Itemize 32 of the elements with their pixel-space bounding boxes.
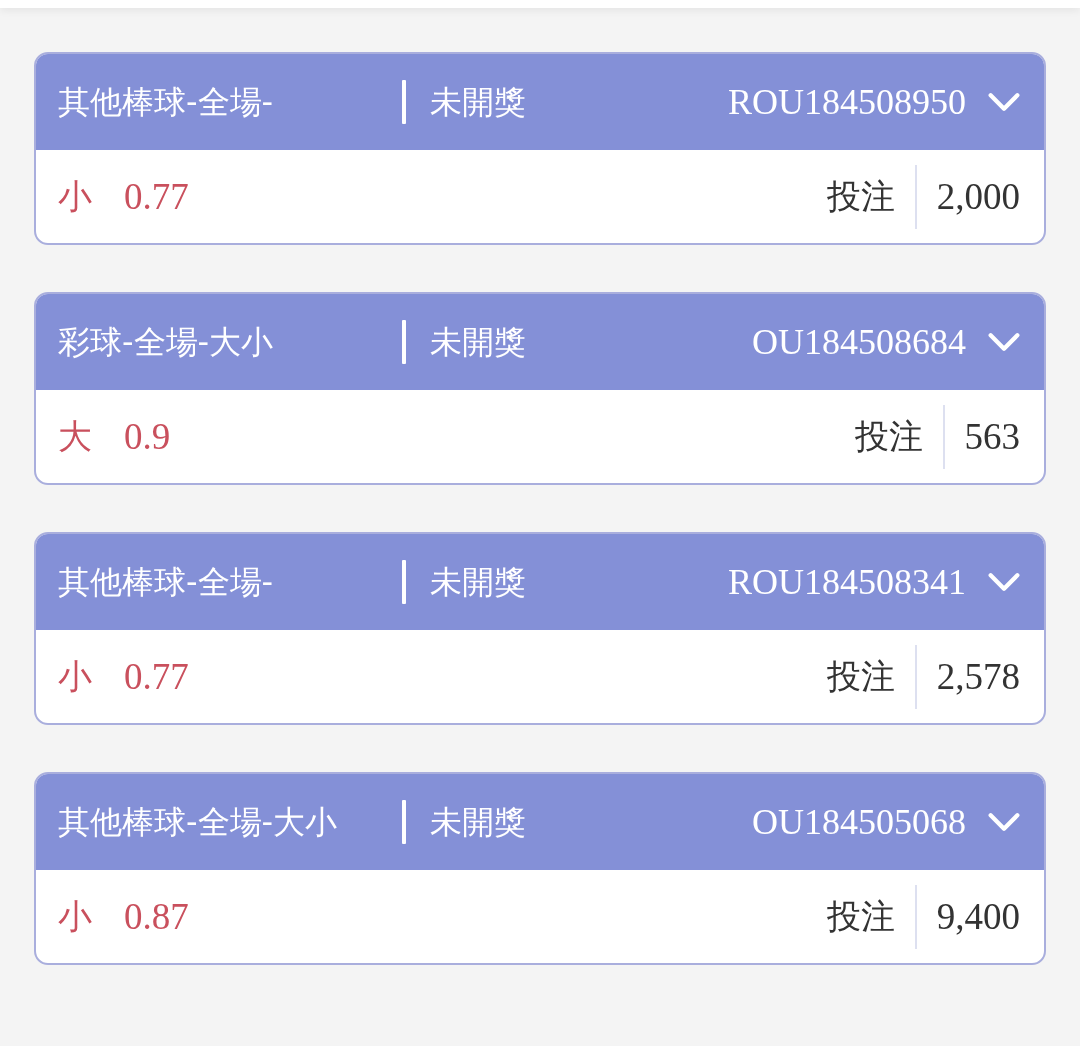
bet-selection: 小 xyxy=(58,174,92,218)
bet-id: OU184505068 xyxy=(752,801,966,843)
bet-title: 其他棒球-全場- xyxy=(58,82,275,123)
stake-label: 投注 xyxy=(826,894,895,938)
bet-odds: 0.77 xyxy=(124,175,189,218)
stake-amount: 9,400 xyxy=(936,895,1020,938)
chevron-icon[interactable] xyxy=(988,331,1020,353)
stake-label: 投注 xyxy=(826,174,895,218)
bet-odds: 0.87 xyxy=(124,895,189,938)
stake-amount: 2,000 xyxy=(936,175,1020,218)
stake-label: 投注 xyxy=(826,654,895,698)
bet-status: 未開獎 xyxy=(430,562,526,603)
chevron-icon[interactable] xyxy=(988,571,1020,593)
bet-id: ROU184508341 xyxy=(728,561,966,603)
bet-title: 彩球-全場-大小 xyxy=(58,322,275,363)
bet-odds: 0.77 xyxy=(124,655,189,698)
bet-id: ROU184508950 xyxy=(728,81,966,123)
bet-title: 其他棒球-全場- xyxy=(58,562,275,603)
chevron-icon[interactable] xyxy=(988,91,1020,113)
bet-status: 未開獎 xyxy=(430,322,526,363)
bet-selection: 小 xyxy=(58,654,92,698)
bet-selection: 大 xyxy=(58,414,92,458)
chevron-icon[interactable] xyxy=(988,811,1020,833)
bet-status: 未開獎 xyxy=(430,82,526,123)
bet-odds: 0.9 xyxy=(124,415,171,458)
stake-amount: 563 xyxy=(964,415,1020,458)
bet-selection: 小 xyxy=(58,894,92,938)
stake-label: 投注 xyxy=(854,414,923,458)
bet-id: OU184508684 xyxy=(752,321,966,363)
stake-amount: 2,578 xyxy=(936,655,1020,698)
bet-title: 其他棒球-全場-大小 xyxy=(58,802,339,843)
bet-status: 未開獎 xyxy=(430,802,526,843)
